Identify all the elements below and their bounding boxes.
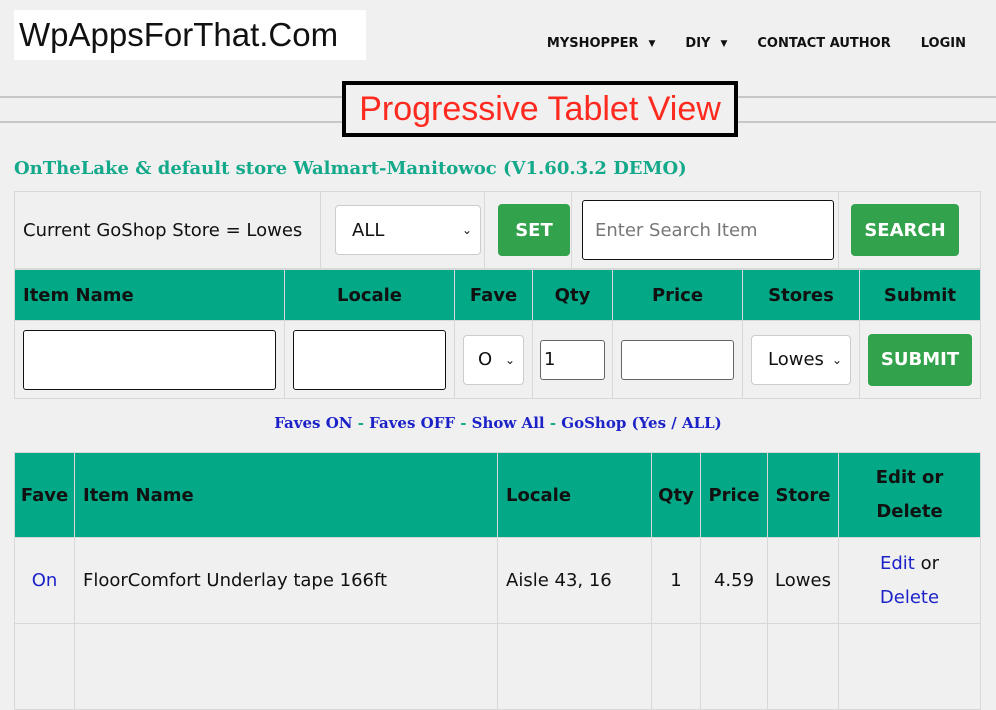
site-logo[interactable]: WpAppsForThat.Com: [14, 10, 366, 60]
fave-toggle-link[interactable]: On: [32, 570, 58, 591]
search-button[interactable]: SEARCH: [851, 204, 959, 256]
chevron-down-icon: ⌄: [461, 223, 472, 237]
view-banner: Progressive Tablet View: [342, 81, 738, 137]
header-item-name: Item Name: [14, 269, 285, 321]
add-item-form: Item Name Locale Fave Qty Price Stores S…: [14, 269, 981, 399]
fave-select[interactable]: O ⌄: [463, 334, 524, 385]
header-qty: Qty: [532, 269, 613, 321]
store-select[interactable]: Lowes ⌄: [751, 334, 851, 385]
faves-on-link[interactable]: Faves ON: [274, 414, 352, 432]
nav-contact-author-label: CONTACT AUTHOR: [757, 36, 891, 51]
table-row: On FloorComfort Underlay tape 166ft Aisl…: [14, 537, 981, 624]
store-select-value: Lowes: [768, 349, 824, 370]
goshop-store-select[interactable]: ALL ⌄: [335, 205, 481, 255]
col-locale: Locale: [497, 452, 652, 538]
delete-link[interactable]: Delete: [880, 587, 939, 608]
col-fave: Fave: [14, 452, 75, 538]
store-cell: Lowes: [767, 537, 839, 624]
goshop-store-label: Current GoShop Store = Lowes: [23, 219, 303, 241]
col-store: Store: [767, 452, 839, 538]
main-nav: MYSHOPPER ▼ DIY ▼ CONTACT AUTHOR LOGIN: [517, 36, 966, 51]
caret-down-icon: ▼: [648, 38, 656, 49]
header-fave: Fave: [454, 269, 533, 321]
qty-cell: 1: [651, 537, 701, 624]
qty-input[interactable]: 1: [540, 339, 605, 380]
nav-contact-author[interactable]: CONTACT AUTHOR: [757, 36, 890, 51]
or-text: or: [920, 552, 939, 574]
edit-link[interactable]: Edit: [880, 553, 915, 574]
col-item-name: Item Name: [74, 452, 498, 538]
goshop-store-value: ALL: [352, 219, 385, 241]
nav-myshopper[interactable]: MYSHOPPER ▼: [547, 36, 656, 51]
nav-myshopper-label: MYSHOPPER: [546, 36, 639, 51]
col-edit-delete: Edit or Delete: [838, 452, 981, 538]
item-name-cell: FloorComfort Underlay tape 166ft: [74, 537, 498, 624]
nav-login-label: LOGIN: [920, 36, 966, 51]
col-qty: Qty: [651, 452, 701, 538]
item-name-input[interactable]: [23, 329, 276, 390]
price-input[interactable]: [621, 339, 734, 380]
header-stores: Stores: [742, 269, 860, 321]
price-cell: 4.59: [700, 537, 768, 624]
show-all-link[interactable]: Show All: [472, 414, 545, 432]
shopping-list-table: Fave Item Name Locale Qty Price Store Ed…: [14, 452, 981, 710]
col-price: Price: [700, 452, 768, 538]
separator: -: [544, 414, 562, 432]
chevron-down-icon: ⌄: [504, 352, 515, 367]
fave-select-value: O: [478, 349, 493, 370]
nav-diy[interactable]: DIY ▼: [685, 36, 727, 51]
goshop-bar: Current GoShop Store = Lowes ALL ⌄ SET E…: [14, 191, 981, 269]
set-button[interactable]: SET: [498, 204, 570, 256]
filter-links: Faves ON - Faves OFF - Show All - GoShop…: [0, 414, 996, 432]
page-subtitle: OnTheLake & default store Walmart-Manito…: [14, 158, 687, 179]
header-locale: Locale: [284, 269, 455, 321]
submit-button[interactable]: SUBMIT: [868, 333, 972, 386]
nav-diy-label: DIY: [685, 36, 711, 51]
locale-input[interactable]: [293, 329, 446, 390]
nav-login[interactable]: LOGIN: [921, 36, 966, 51]
locale-cell: Aisle 43, 16: [497, 537, 652, 624]
caret-down-icon: ▼: [720, 38, 728, 49]
faves-off-link[interactable]: Faves OFF: [369, 414, 455, 432]
header-submit: Submit: [859, 269, 981, 321]
separator: -: [455, 414, 472, 432]
goshop-link[interactable]: GoShop (Yes / ALL): [561, 414, 722, 432]
table-row: [14, 623, 981, 710]
search-input[interactable]: Enter Search Item: [582, 200, 834, 260]
chevron-down-icon: ⌄: [831, 352, 842, 367]
header-price: Price: [612, 269, 743, 321]
separator: -: [352, 414, 370, 432]
